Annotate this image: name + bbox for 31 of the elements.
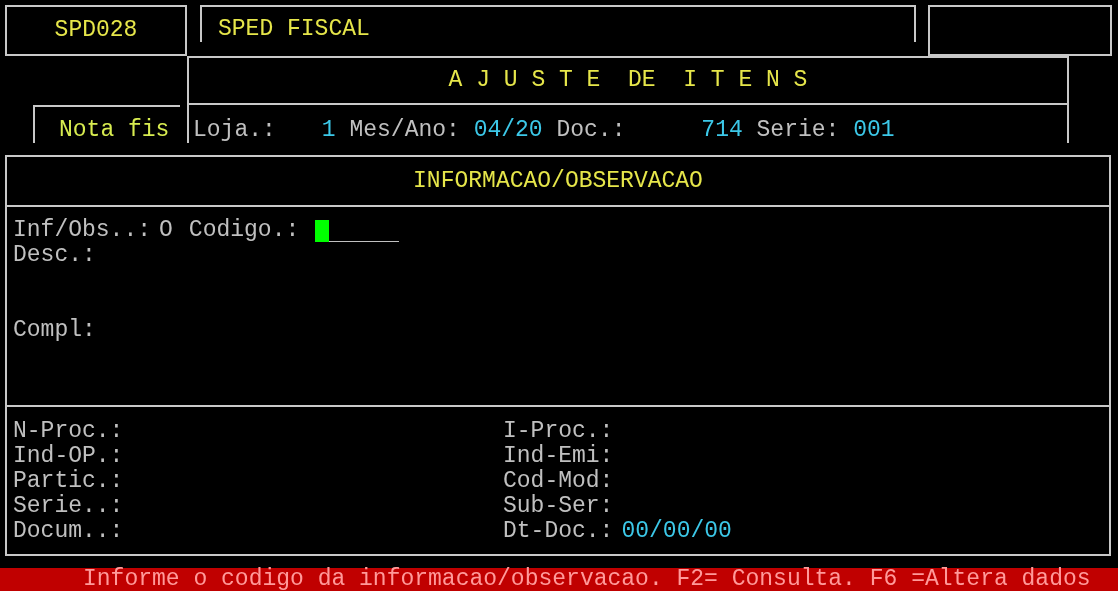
field-value: 00/00/00 <box>621 519 732 544</box>
field-label: Mes/Ano: <box>349 118 460 143</box>
program-code: SPD028 <box>54 18 138 43</box>
field-label: Serie..: <box>13 494 124 519</box>
field-label: Loja.: <box>193 118 276 143</box>
field-value: 1 <box>320 118 336 143</box>
field-label: Partic.: <box>13 469 124 494</box>
text-cursor <box>315 219 330 242</box>
field-label: Codigo.: <box>188 218 300 243</box>
field-value: 04/20 <box>473 118 543 143</box>
field-label: N-Proc.: <box>13 419 124 444</box>
panel-title: INFORMACAO/OBSERVACAO <box>413 168 703 194</box>
field-label: Ind-Emi: <box>503 444 614 469</box>
field-label: Cod-Mod: <box>503 469 614 494</box>
field-value: O <box>159 218 173 243</box>
field-label: Docum..: <box>13 519 124 544</box>
field-label: Sub-Ser: <box>503 494 614 519</box>
field-value: 714 <box>700 118 743 143</box>
field-label: Desc.: <box>13 243 96 268</box>
field-label: Compl: <box>13 318 96 343</box>
field-value: 001 <box>853 118 895 143</box>
field-label: Ind-OP.: <box>13 444 124 469</box>
field-label: Doc.: <box>556 118 626 143</box>
status-message: Informe o codigo da informacao/observacao. F2= Consulta. F6 =Altera dados <box>83 567 1091 591</box>
screen-title: A J U S T E DE I T E N S <box>448 68 808 93</box>
field-label: Dt-Doc.: <box>503 519 614 544</box>
section-label: Nota fis <box>59 118 170 143</box>
field-label: Serie: <box>756 118 840 143</box>
system-name: SPED FISCAL <box>218 17 370 42</box>
field-label: I-Proc.: <box>503 419 614 444</box>
field-label: Inf/Obs..: <box>13 218 152 243</box>
